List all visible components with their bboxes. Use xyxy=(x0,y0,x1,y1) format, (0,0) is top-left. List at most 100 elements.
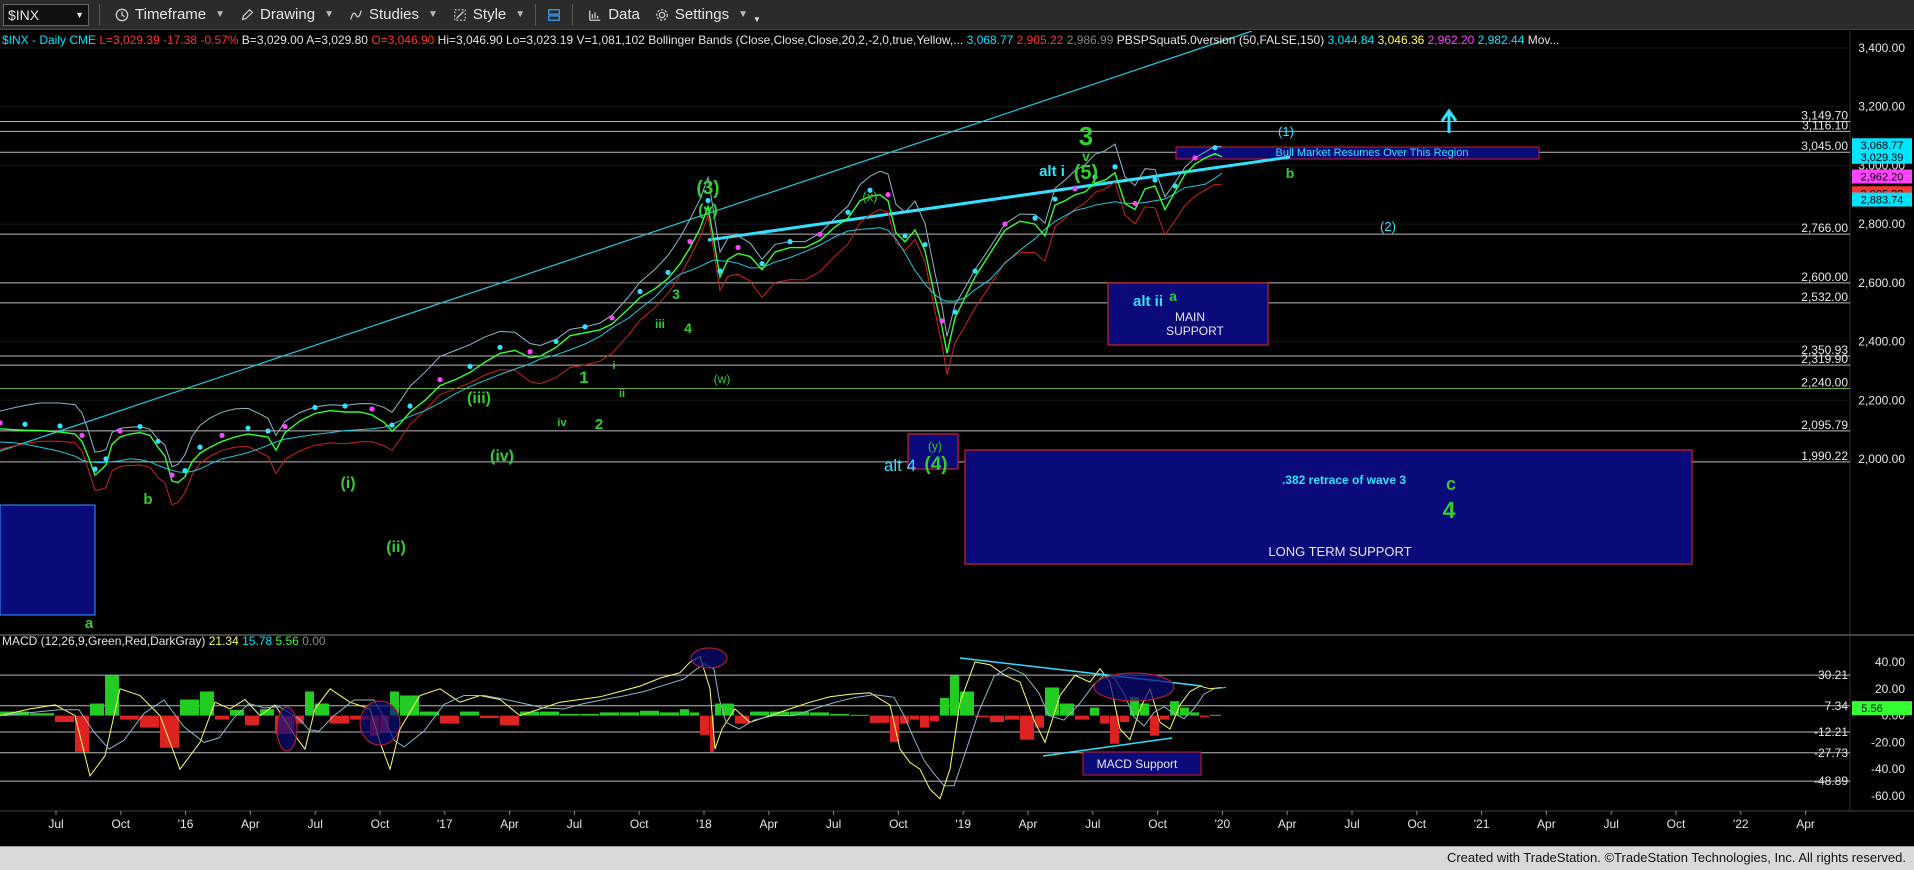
symbol-text: $INX xyxy=(8,6,40,23)
settings-button[interactable]: Settings ▼ ▼ xyxy=(654,5,761,24)
macd-histogram-bar xyxy=(810,712,829,716)
bar-chart-icon xyxy=(589,10,601,21)
macd-histogram-bar xyxy=(850,714,869,716)
time-tick-label: Jul xyxy=(826,817,841,831)
price-marker-dot xyxy=(312,404,318,411)
wave-iv-paren-label: (iv) xyxy=(490,448,514,465)
price-tick-label: 2,800.00 xyxy=(1858,217,1905,231)
toolbar-separator xyxy=(572,3,574,26)
price-marker-dot xyxy=(922,241,928,248)
price-level-label: 2,095.79 xyxy=(1801,418,1848,432)
price-level-label: 2,532.00 xyxy=(1801,290,1848,304)
macd-histogram-bar xyxy=(1075,715,1089,720)
legend-item: 2,982.44 xyxy=(1474,33,1524,47)
price-marker-dot xyxy=(1072,186,1078,192)
price-marker-dot xyxy=(735,244,741,251)
data-button[interactable]: Data xyxy=(587,6,640,23)
macd-histogram-bar xyxy=(960,691,974,716)
time-tick-label: '17 xyxy=(437,817,453,831)
macd-histogram-bar xyxy=(500,715,519,726)
price-marker-dot xyxy=(687,239,693,245)
studies-icon xyxy=(350,9,362,20)
price-marker-dot xyxy=(497,344,503,350)
price-marker-dot xyxy=(1112,164,1118,170)
macd-legend-item: 21.34 xyxy=(205,634,239,648)
macd-histogram-bar xyxy=(180,699,199,716)
macd-histogram-bar xyxy=(1060,703,1074,716)
macd-histogram-bar xyxy=(920,715,929,728)
studies-button[interactable]: Studies ▼ xyxy=(348,6,438,23)
wave-i-small-label: i xyxy=(612,360,615,372)
timeframe-label: Timeframe xyxy=(135,6,207,23)
symbol-dropdown-icon: ▼ xyxy=(75,9,84,20)
time-tick-label: Oct xyxy=(630,817,649,831)
retrace-label: .382 retrace of wave 3 xyxy=(1282,473,1406,487)
macd-histogram-bar xyxy=(1120,715,1129,723)
legend-item: Lo=3,023.19 xyxy=(503,33,574,47)
legend-item: 3,068.77 xyxy=(963,33,1013,47)
alt-i-label: alt i xyxy=(1039,163,1065,180)
price-badge-label: 2,962.20 xyxy=(1861,172,1904,184)
macd-legend-item: 15.78 xyxy=(239,634,273,648)
time-tick-label: Jul xyxy=(308,817,323,831)
price-marker-dot xyxy=(22,421,28,427)
time-tick-label: Apr xyxy=(500,817,519,831)
price-marker-dot xyxy=(407,403,413,409)
wave-a-label: a xyxy=(1169,288,1177,304)
price-marker-dot xyxy=(155,438,161,444)
macd-histogram-bar xyxy=(480,715,499,719)
price-level-label: 3,116.10 xyxy=(1802,118,1848,132)
price-marker-dot xyxy=(245,425,251,431)
wave-5-label: (5) xyxy=(1074,162,1098,184)
price-marker-dot xyxy=(0,420,3,426)
macd-histogram-bar xyxy=(1190,712,1199,716)
macd-histogram-bar xyxy=(1200,715,1209,718)
macd-histogram-bar xyxy=(600,712,619,716)
price-level-label: 3,045.00 xyxy=(1801,139,1848,153)
wave-iii-small-label: iii xyxy=(655,317,665,331)
time-tick-label: Oct xyxy=(1407,817,1426,831)
macd-histogram-bar xyxy=(1160,715,1169,720)
macd-histogram-bar xyxy=(1020,715,1034,740)
macd-histogram-bar xyxy=(1100,715,1109,724)
price-level-label: 2,319.90 xyxy=(1801,352,1848,366)
layout-button[interactable] xyxy=(546,8,562,22)
symbol-selector[interactable]: $INX ▼ xyxy=(3,3,89,26)
price-marker-dot xyxy=(717,268,723,274)
time-tick-label: Oct xyxy=(371,817,390,831)
time-tick-label: Jul xyxy=(48,817,63,831)
price-axis-badges: 3,068.773,029.392,962.202,905.222,883.74 xyxy=(1852,138,1912,207)
macd-histogram-bar xyxy=(580,713,599,716)
macd-histogram-bar xyxy=(560,713,579,716)
price-marker-dot xyxy=(817,231,823,237)
price-badge-label: 3,029.39 xyxy=(1861,152,1904,164)
wave-iii-paren-label: (iii) xyxy=(467,390,491,407)
legend-item: O=3,046.90 xyxy=(368,33,435,47)
price-marker-dot xyxy=(342,403,348,409)
wave-2-paren-label: (2) xyxy=(1380,219,1396,234)
macd-histogram-bar xyxy=(305,691,314,716)
price-tick-label: 3,200.00 xyxy=(1858,100,1905,114)
price-dots xyxy=(0,145,1218,478)
macd-histogram-bar xyxy=(160,715,179,748)
price-marker-dot xyxy=(902,233,908,239)
pencil-icon xyxy=(241,8,254,20)
macd-histogram-bar xyxy=(990,715,1004,723)
caret-down-icon: ▼ xyxy=(324,9,334,20)
more-caret-icon: ▼ xyxy=(752,15,761,24)
price-marker-dot xyxy=(759,261,765,267)
price-marker-dot xyxy=(637,288,643,295)
timeframe-button[interactable]: Timeframe ▼ xyxy=(114,6,225,23)
legend-item: -17.38 xyxy=(160,33,198,47)
time-tick-label: '16 xyxy=(178,817,194,831)
wave-4-small-label: 4 xyxy=(684,320,692,336)
style-button[interactable]: Style ▼ xyxy=(452,6,525,23)
macd-histogram-bar xyxy=(120,715,139,720)
drawing-button[interactable]: Drawing ▼ xyxy=(239,6,334,23)
chart-canvas[interactable]: 3,149.703,116.103,045.002,766.002,600.00… xyxy=(0,31,1914,845)
macd-level-label: -27.73 xyxy=(1814,746,1848,760)
wave-3-paren-label: (3) xyxy=(696,178,719,199)
macd-histogram-bar xyxy=(940,697,949,716)
macd-legend-item: MACD (12,26,9,Green,Red,DarkGray) xyxy=(2,634,205,648)
macd-histogram xyxy=(0,675,1221,752)
